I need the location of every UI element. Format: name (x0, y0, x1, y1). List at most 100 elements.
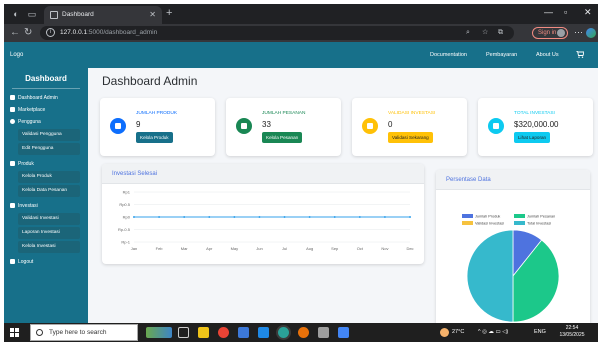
kelola-produk-button[interactable]: Kelola Produk (136, 132, 173, 143)
nav-link-documentation[interactable]: Documentation (430, 42, 467, 68)
site-info-icon[interactable]: i (46, 28, 55, 37)
sidebar-item-pengguna[interactable]: Pengguna (10, 117, 41, 127)
lihat-laporan-button[interactable]: Lihat Laporan (514, 132, 551, 143)
y-tick-label: Rp-0.5 (118, 227, 131, 232)
web-page: Logo Documentation Pembayaran About Us D… (4, 42, 598, 323)
sidebar-subitem-validasi-pengguna[interactable]: Validasi Pengguna (18, 129, 80, 141)
logo[interactable]: Logo (10, 42, 23, 68)
browser-toolbar: ← ↻ i 127.0.0.1:5000/dashboard_admin ⌕ ☆… (4, 24, 598, 42)
card-jumlah-pesanan: JUMLAH PESANAN 33 Kelola Pesanan (226, 98, 341, 156)
vscode-icon[interactable] (258, 327, 269, 338)
card-jumlah-produk: JUMLAH PRODUK 9 Kelola Produk (100, 98, 215, 156)
task-view-icon[interactable] (178, 327, 189, 338)
sidebar-subitem-edit-pengguna[interactable]: Edit Pengguna (18, 143, 80, 155)
legend-item[interactable]: Total Investasi (514, 221, 551, 227)
check-icon (367, 123, 373, 129)
data-point[interactable] (208, 216, 211, 218)
browser-tab-dashboard[interactable]: Dashboard ✕ (44, 6, 162, 24)
windows-start-icon[interactable] (10, 328, 19, 337)
legend-item[interactable]: Jumlah Produk (462, 214, 500, 220)
data-point[interactable] (133, 216, 135, 218)
card-circle (488, 118, 504, 134)
more-menu-icon[interactable]: ··· (574, 27, 583, 37)
sidebar-item-produk[interactable]: Produk (10, 159, 34, 169)
extensions-icon[interactable]: ⧉ (498, 27, 503, 39)
zoom-icon[interactable]: ⌕ (466, 27, 470, 39)
x-tick-label: Jun (256, 246, 262, 251)
card-value: 33 (262, 120, 271, 129)
panel-title: Persentase Data (446, 177, 491, 183)
app2-taskbar-icon[interactable] (338, 327, 349, 338)
close-tab-icon[interactable]: ✕ (149, 6, 156, 24)
card-value: $320,000.00 (514, 120, 559, 129)
tray-icons[interactable]: ^ ◎ ☁ ▭ ◁) (478, 323, 508, 342)
url-text[interactable]: 127.0.0.1:5000/dashboard_admin (60, 26, 157, 40)
data-point[interactable] (158, 216, 161, 218)
sidebar-subitem-kelola-produk[interactable]: Kelola Produk (18, 171, 80, 183)
minimize-icon[interactable]: — (544, 7, 553, 17)
validasi-sekarang-button[interactable]: Validasi Sekarang (388, 132, 433, 143)
profile-icon[interactable]: ◐ (10, 8, 22, 20)
card-circle (110, 118, 126, 134)
nav-link-about-us[interactable]: About Us (536, 42, 559, 68)
browser-tab-bar: ◐ ▭ Dashboard ✕ + — ▫ ✕ (4, 4, 598, 24)
persentase-pie-chart (466, 229, 560, 323)
investasi-selesai-panel: Investasi Selesai Rp1 Rp0.5 Rp0 Rp-0.5 Rp-1 J… (102, 164, 424, 264)
browser-taskbar-icon[interactable] (298, 327, 309, 338)
bookmark-star-icon[interactable]: ☆ (482, 27, 488, 39)
widgets-icon[interactable] (146, 327, 172, 338)
sign-in-button[interactable]: Sign in (532, 27, 568, 39)
data-point[interactable] (233, 216, 236, 218)
card-circle (236, 118, 252, 134)
sidebar-subitem-laporan-investasi[interactable]: Laporan Investasi (18, 227, 80, 239)
pie-slice[interactable] (466, 229, 514, 323)
y-tick-label: Rp0 (123, 215, 131, 220)
language-indicator[interactable]: ENG (534, 323, 546, 342)
card-label: JUMLAH PESANAN (262, 111, 306, 116)
sidebar-item-dashboard-admin[interactable]: Dashboard Admin (10, 93, 58, 103)
sidebar: Dashboard Dashboard Admin Marketplace Pe… (4, 68, 88, 323)
data-point[interactable] (308, 216, 311, 218)
sidebar-item-investasi[interactable]: Investasi (10, 201, 38, 211)
sidebar-item-logout[interactable]: Logout (10, 257, 33, 267)
maximize-icon[interactable]: ▫ (564, 7, 567, 17)
copilot-icon[interactable] (586, 28, 596, 38)
sidebar-item-marketplace[interactable]: Marketplace (10, 105, 45, 115)
taskbar-search-input[interactable]: Type here to search (30, 324, 138, 341)
sidebar-subitem-validasi-investasi[interactable]: Validasi Investasi (18, 213, 80, 225)
x-tick-label: Feb (156, 246, 164, 251)
data-point[interactable] (333, 216, 336, 218)
data-point[interactable] (283, 216, 286, 218)
back-icon[interactable]: ← (10, 27, 20, 39)
sidebar-subitem-kelola-investasi[interactable]: Kelola Investasi (18, 241, 80, 253)
data-point[interactable] (358, 216, 361, 218)
kelola-pesanan-button[interactable]: Kelola Pesanan (262, 132, 303, 143)
tab-actions-icon[interactable]: ▭ (26, 8, 38, 20)
data-point[interactable] (258, 216, 261, 218)
nav-link-pembayaran[interactable]: Pembayaran (486, 42, 517, 68)
weather-icon[interactable] (440, 328, 449, 337)
legend-item[interactable]: Jumlah Pesanan (514, 214, 555, 220)
card-value: 9 (136, 120, 141, 129)
card-label: TOTAL INVESTASI (514, 111, 555, 116)
clock[interactable]: 22:54 13/05/2025 (552, 325, 592, 339)
data-point[interactable] (383, 216, 386, 218)
data-point[interactable] (409, 216, 411, 218)
edge-taskbar-icon[interactable] (278, 327, 289, 338)
close-window-icon[interactable]: ✕ (584, 7, 592, 18)
chrome-taskbar-icon[interactable] (218, 327, 229, 338)
store-taskbar-icon[interactable] (238, 327, 249, 338)
app-taskbar-icon[interactable] (318, 327, 329, 338)
reload-icon[interactable]: ↻ (24, 27, 32, 39)
legend-item[interactable]: Validasi Investasi (462, 221, 504, 227)
cart-icon[interactable] (576, 51, 584, 58)
sidebar-divider (12, 88, 80, 89)
box-icon (10, 160, 15, 166)
address-bar[interactable]: i 127.0.0.1:5000/dashboard_admin ⌕ ☆ ⧉ (40, 26, 514, 40)
new-tab-icon[interactable]: + (166, 7, 172, 19)
sidebar-subitem-kelola-data-pesanan[interactable]: Kelola Data Pesanan (18, 185, 80, 197)
x-tick-label: Nov (381, 246, 388, 251)
file-explorer-icon[interactable] (198, 327, 209, 338)
data-point[interactable] (183, 216, 186, 218)
weather-temp[interactable]: 27°C (452, 323, 464, 342)
